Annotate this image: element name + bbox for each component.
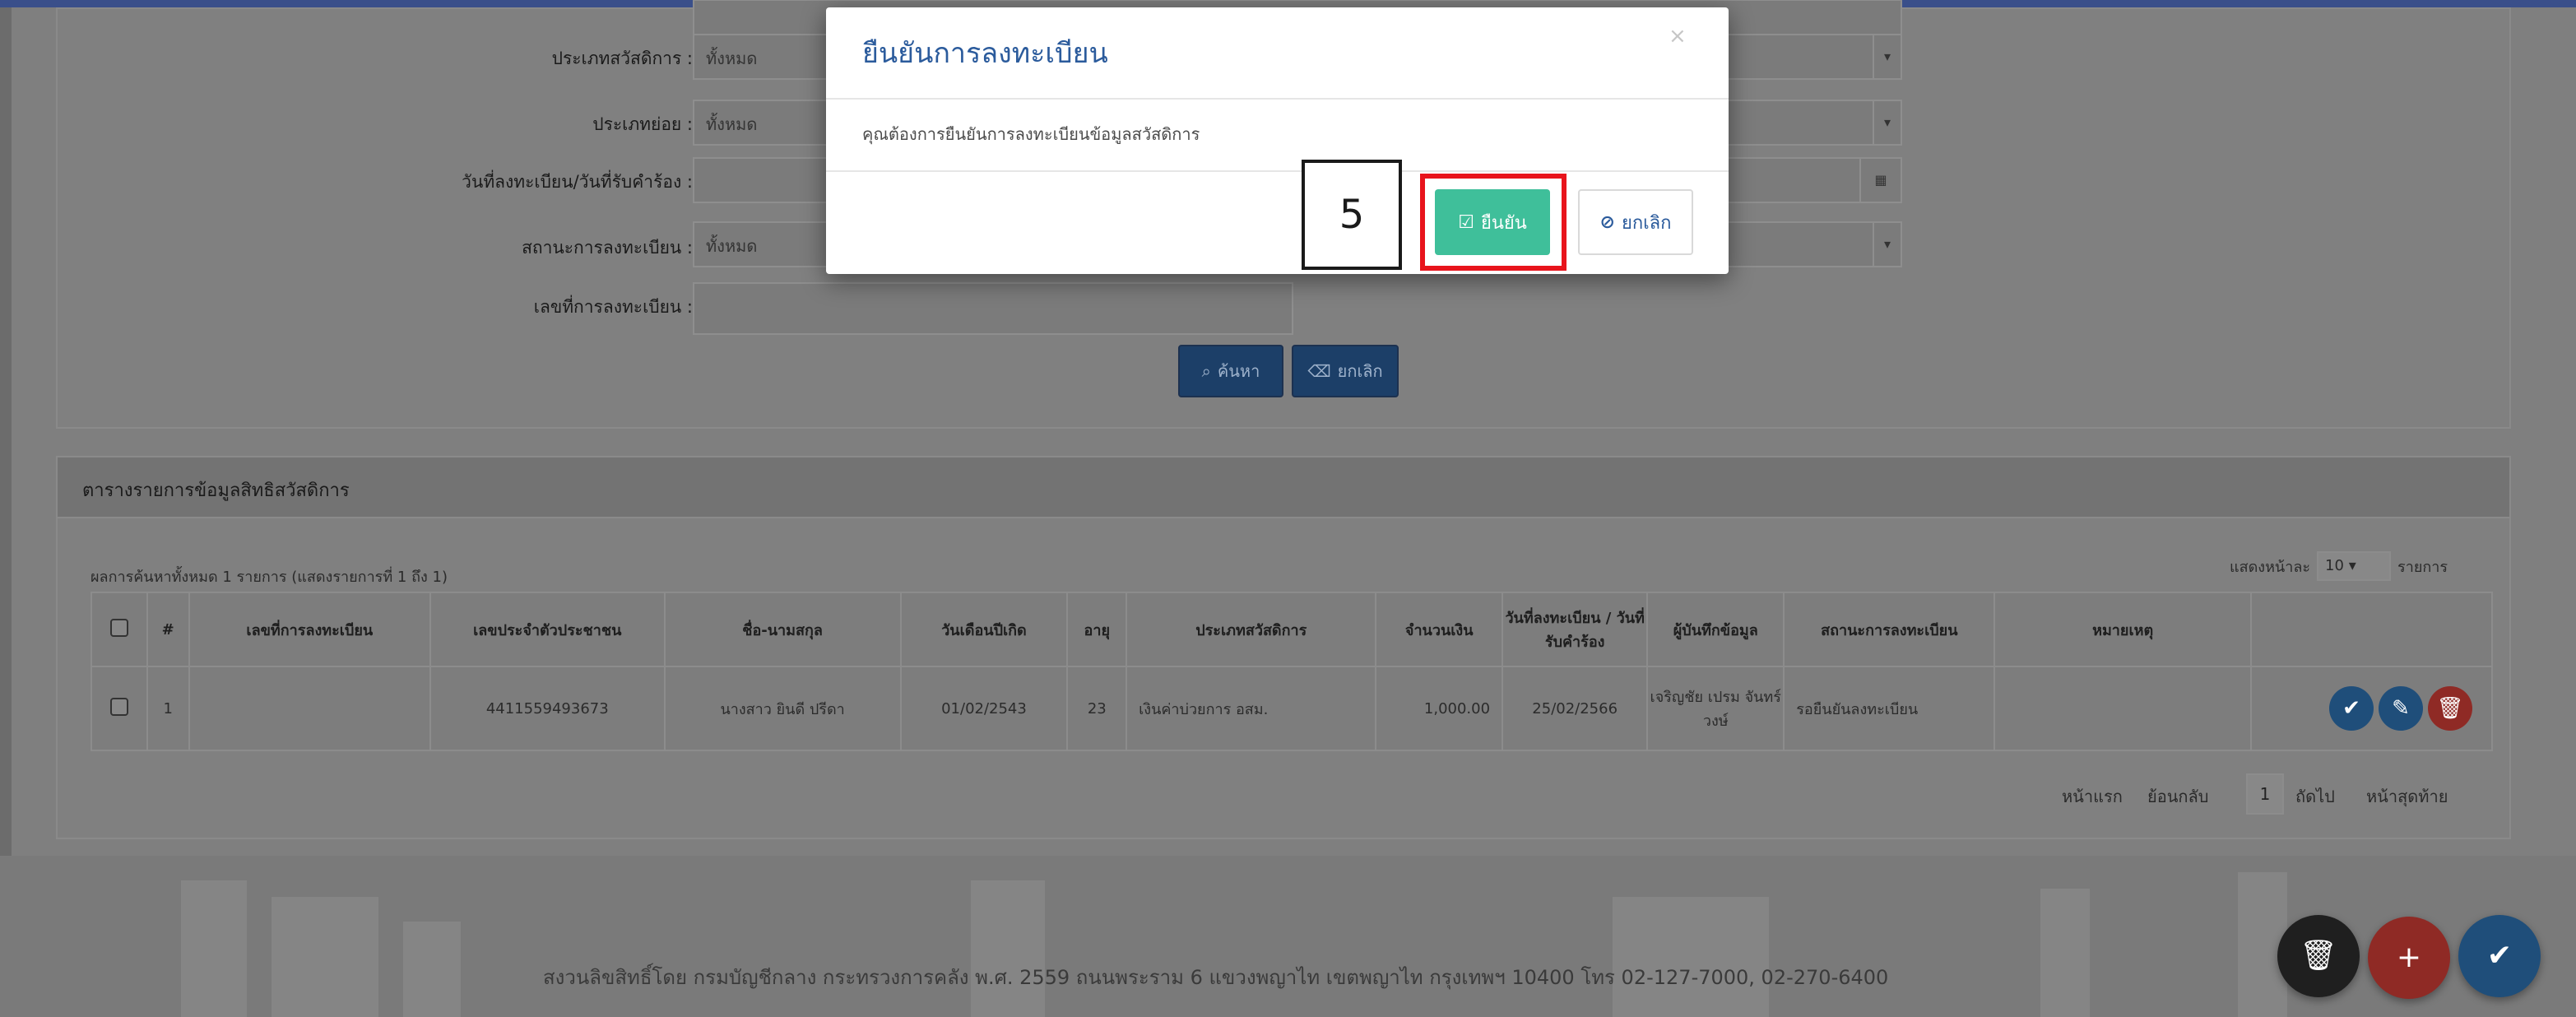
col-header[interactable]: ประเภทสวัสดิการ	[1126, 592, 1377, 667]
check-icon[interactable]: ✔	[2458, 915, 2541, 997]
results-table: # เลขที่การลงทะเบียน เลขประจำตัวประชาชน …	[91, 592, 2494, 751]
cell-citizen-id: 4411559493673	[429, 666, 666, 751]
cell-reg-date: 25/02/2566	[1502, 666, 1649, 751]
close-icon[interactable]: ×	[1669, 24, 1687, 49]
building-shape	[272, 897, 378, 1017]
chevron-down-icon: ▾	[1873, 100, 1902, 146]
building-shape	[1613, 897, 1769, 1017]
select-all-checkbox[interactable]	[91, 592, 148, 667]
col-header[interactable]: อายุ	[1066, 592, 1128, 667]
results-panel: ตารางรายการข้อมูลสิทธิสวัสดิการ ผลการค้น…	[56, 456, 2511, 839]
date-label: วันที่ลงทะเบียน/วันที่รับคำร้อง :	[462, 172, 693, 192]
pagination-last[interactable]: หน้าสุดท้าย	[2366, 783, 2448, 810]
pagination-current[interactable]: 1	[2246, 773, 2284, 815]
search-icon: ⌕	[1201, 361, 1211, 381]
col-header[interactable]: หมายเหตุ	[1993, 592, 2252, 667]
checkbox[interactable]	[109, 697, 128, 716]
clear-button[interactable]: ⌫ ยกเลิก	[1292, 345, 1399, 397]
modal-title: ยืนยันการลงทะเบียน	[862, 37, 1108, 70]
cell-dob: 01/02/2543	[899, 666, 1069, 751]
search-button[interactable]: ⌕ ค้นหา	[1178, 345, 1283, 397]
cell-age: 23	[1066, 666, 1128, 751]
building-shape	[2040, 889, 2090, 1017]
cell-name: นางสาว ยินดี ปรีดา	[663, 666, 902, 751]
footer-text: สงวนลิขสิทธิ์โดย กรมบัญชีกลาง กระทรวงการ…	[543, 966, 1889, 989]
col-header[interactable]: #	[146, 592, 190, 667]
row-actions: ✔ ✎ 🗑	[2249, 666, 2494, 751]
cell-note	[1993, 666, 2252, 751]
results-title: ตารางรายการข้อมูลสิทธิสวัสดิการ	[58, 457, 2509, 518]
plus-icon[interactable]: +	[2368, 917, 2450, 999]
modal-body: คุณต้องการยืนยันการลงทะเบียนข้อมูลสวัสดิ…	[862, 124, 1200, 144]
chevron-down-icon: ▾	[1873, 34, 1902, 80]
trash-icon[interactable]: 🗑	[2277, 915, 2360, 997]
chevron-down-icon: ▾	[2348, 557, 2356, 574]
col-header[interactable]: สถานะการลงทะเบียน	[1783, 592, 1996, 667]
divider	[826, 98, 1729, 100]
col-header[interactable]: เลขที่การลงทะเบียน	[188, 592, 431, 667]
status-label: สถานะการลงทะเบียน :	[522, 238, 693, 258]
pagination-prev[interactable]: ย้อนกลับ	[2147, 783, 2208, 810]
results-summary: ผลการค้นหาทั้งหมด 1 รายการ (แสดงรายการที…	[91, 569, 448, 586]
step-marker: 5	[1302, 160, 1402, 270]
divider	[826, 170, 1729, 172]
reg-no-label: เลขที่การลงทะเบียน :	[533, 297, 693, 317]
table-row: 1 4411559493673 นางสาว ยินดี ปรีดา 01/02…	[91, 666, 2494, 751]
checkbox[interactable]	[109, 618, 128, 637]
cell-reg-no	[188, 666, 431, 751]
page-size-control: แสดงหน้าละ 10 ▾ รายการ	[2230, 551, 2448, 581]
confirm-modal: ยืนยันการลงทะเบียน × คุณต้องการยืนยันการ…	[826, 7, 1729, 274]
pagination-next[interactable]: ถัดไป	[2295, 783, 2335, 810]
building-shape	[971, 880, 1045, 1017]
edit-icon[interactable]: ✎	[2379, 686, 2423, 731]
eraser-icon: ⌫	[1307, 361, 1331, 381]
check-icon[interactable]: ✔	[2329, 686, 2374, 731]
reg-no-input[interactable]	[693, 282, 1293, 335]
calendar-icon[interactable]: ▦	[1859, 157, 1902, 203]
building-shape	[403, 922, 461, 1017]
trash-icon[interactable]: 🗑	[2428, 686, 2472, 731]
col-header[interactable]: ชื่อ-นามสกุล	[663, 592, 902, 667]
cell-no: 1	[146, 666, 190, 751]
cancel-button[interactable]: ⊘ ยกเลิก	[1578, 189, 1693, 255]
col-header[interactable]: ผู้บันทึกข้อมูล	[1646, 592, 1785, 667]
col-header[interactable]: วันเดือนปีเกิด	[899, 592, 1069, 667]
circle-x-icon: ⊘	[1599, 211, 1615, 233]
sub-type-label: ประเภทย่อย :	[592, 114, 693, 134]
col-header[interactable]: จำนวนเงิน	[1375, 592, 1504, 667]
table-header-row: # เลขที่การลงทะเบียน เลขประจำตัวประชาชน …	[91, 592, 2494, 667]
cell-recorder: เจริญชัย เปรม จันทร์วงษ์	[1646, 666, 1785, 751]
actions-header	[2249, 592, 2494, 667]
highlight-frame	[1420, 174, 1566, 271]
cell-welfare: เงินค่าบ่วยการ อสม.	[1126, 666, 1377, 751]
col-header[interactable]: วันที่ลงทะเบียน / วันที่รับคำร้อง	[1502, 592, 1649, 667]
row-checkbox-cell[interactable]	[91, 666, 148, 751]
chevron-down-icon: ▾	[1873, 221, 1902, 267]
cell-status: รอยืนยันลงทะเบียน	[1783, 666, 1996, 751]
page-size-select[interactable]: 10 ▾	[2317, 551, 2392, 581]
col-header[interactable]: เลขประจำตัวประชาชน	[429, 592, 666, 667]
cell-amount: 1,000.00	[1375, 666, 1504, 751]
building-shape	[181, 880, 247, 1017]
welfare-type-label: ประเภทสวัสดิการ :	[551, 49, 693, 68]
pagination-first[interactable]: หน้าแรก	[2062, 783, 2123, 810]
